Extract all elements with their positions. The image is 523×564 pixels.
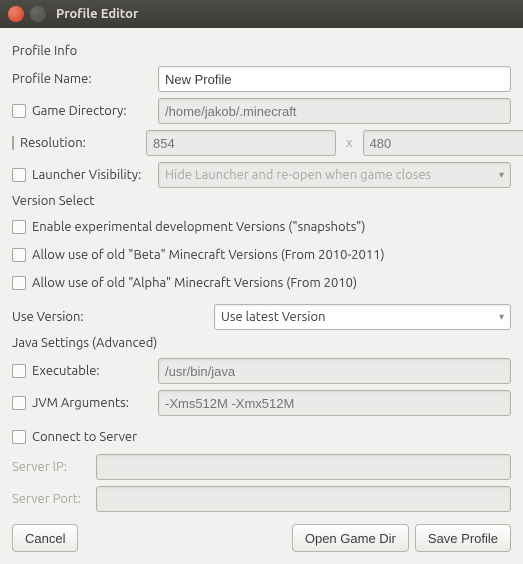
row-resolution: Resolution: x <box>12 128 511 158</box>
row-snapshots: Enable experimental development Versions… <box>12 214 511 240</box>
minimize-icon[interactable] <box>30 6 46 22</box>
window-title: Profile Editor <box>56 7 138 21</box>
row-beta: Allow use of old "Beta" Minecraft Versio… <box>12 242 511 268</box>
profile-name-label: Profile Name: <box>12 72 152 86</box>
open-game-dir-button[interactable]: Open Game Dir <box>292 524 409 552</box>
resolution-x: x <box>342 136 357 150</box>
launcher-vis-checkbox[interactable] <box>12 168 26 182</box>
profile-name-input[interactable] <box>158 66 511 92</box>
use-version-value: Use latest Version <box>221 310 326 324</box>
resolution-checkbox[interactable] <box>12 136 14 150</box>
resolution-width-input <box>146 130 336 156</box>
section-version-select: Version Select <box>12 194 511 208</box>
row-profile-name: Profile Name: <box>12 64 511 94</box>
server-ip-input <box>96 454 511 480</box>
titlebar: Profile Editor <box>0 0 523 28</box>
executable-label: Executable: <box>32 364 152 378</box>
row-server-ip: Server IP: <box>12 452 511 482</box>
server-port-label: Server Port: <box>12 492 90 506</box>
row-game-dir: Game Directory: <box>12 96 511 126</box>
server-ip-label: Server IP: <box>12 460 90 474</box>
connect-label: Connect to Server <box>32 430 137 444</box>
launcher-vis-label: Launcher Visibility: <box>32 168 152 182</box>
button-bar: Cancel Open Game Dir Save Profile <box>12 524 511 552</box>
jvm-args-checkbox[interactable] <box>12 396 26 410</box>
row-executable: Executable: <box>12 356 511 386</box>
connect-checkbox[interactable] <box>12 430 26 444</box>
game-dir-input <box>158 98 511 124</box>
beta-checkbox[interactable] <box>12 248 26 262</box>
use-version-label: Use Version: <box>12 310 208 324</box>
alpha-checkbox[interactable] <box>12 276 26 290</box>
snapshots-label: Enable experimental development Versions… <box>32 220 365 234</box>
chevron-down-icon: ▾ <box>499 169 504 181</box>
close-icon[interactable] <box>8 6 24 22</box>
executable-input <box>158 358 511 384</box>
row-server-port: Server Port: <box>12 484 511 514</box>
cancel-button[interactable]: Cancel <box>12 524 78 552</box>
jvm-args-input <box>158 390 511 416</box>
alpha-label: Allow use of old "Alpha" Minecraft Versi… <box>32 276 357 290</box>
row-launcher-vis: Launcher Visibility: Hide Launcher and r… <box>12 160 511 190</box>
launcher-vis-select: Hide Launcher and re-open when game clos… <box>158 162 511 188</box>
resolution-label: Resolution: <box>20 136 140 150</box>
row-use-version: Use Version: Use latest Version ▾ <box>12 302 511 332</box>
save-profile-button[interactable]: Save Profile <box>415 524 511 552</box>
server-port-input <box>96 486 511 512</box>
chevron-down-icon: ▾ <box>499 311 504 323</box>
game-dir-label: Game Directory: <box>32 104 152 118</box>
use-version-select[interactable]: Use latest Version ▾ <box>214 304 511 330</box>
jvm-args-label: JVM Arguments: <box>32 396 152 410</box>
row-jvm-args: JVM Arguments: <box>12 388 511 418</box>
section-java: Java Settings (Advanced) <box>12 336 511 350</box>
section-profile-info: Profile Info <box>12 44 511 58</box>
row-alpha: Allow use of old "Alpha" Minecraft Versi… <box>12 270 511 296</box>
row-connect: Connect to Server <box>12 424 511 450</box>
executable-checkbox[interactable] <box>12 364 26 378</box>
content: Profile Info Profile Name: Game Director… <box>0 28 523 564</box>
resolution-height-input <box>363 130 523 156</box>
launcher-vis-value: Hide Launcher and re-open when game clos… <box>165 168 431 182</box>
snapshots-checkbox[interactable] <box>12 220 26 234</box>
beta-label: Allow use of old "Beta" Minecraft Versio… <box>32 248 385 262</box>
game-dir-checkbox[interactable] <box>12 104 26 118</box>
